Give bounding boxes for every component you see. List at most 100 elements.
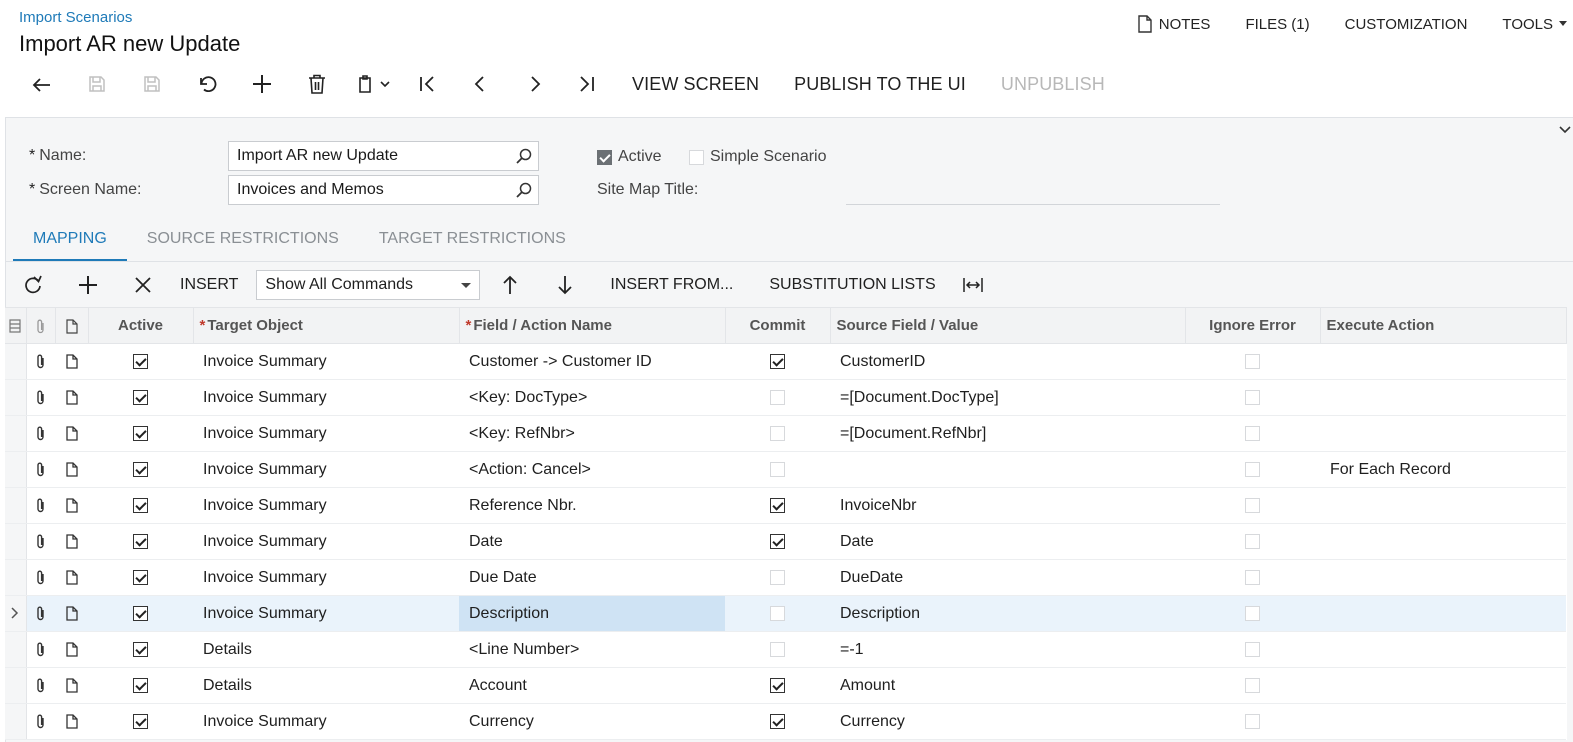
- ignore-error-checkbox[interactable]: [1245, 605, 1260, 621]
- attachment-icon[interactable]: [26, 559, 55, 596]
- active-cell[interactable]: [88, 631, 193, 668]
- active-cell[interactable]: [88, 559, 193, 596]
- table-row[interactable]: Invoice Summary Customer -> Customer ID Cu…: [5, 343, 1566, 380]
- active-cell[interactable]: [88, 703, 193, 740]
- attachment-icon[interactable]: [26, 415, 55, 452]
- ignore-error-checkbox[interactable]: [1245, 677, 1260, 693]
- column-field-action[interactable]: * Field / Action Name: [459, 307, 726, 344]
- active-checkbox[interactable]: [133, 641, 148, 657]
- ignore-error-checkbox[interactable]: [1245, 461, 1260, 477]
- attachment-icon[interactable]: [26, 631, 55, 668]
- attachment-icon[interactable]: [26, 451, 55, 488]
- target-object-cell[interactable]: Invoice Summary: [193, 343, 459, 380]
- name-field[interactable]: Import AR new Update: [228, 141, 539, 171]
- unpublish-button[interactable]: UNPUBLISH: [1001, 74, 1105, 95]
- commit-checkbox[interactable]: [770, 641, 785, 657]
- attachment-icon[interactable]: [26, 595, 55, 632]
- note-icon[interactable]: [55, 343, 88, 380]
- active-checkbox[interactable]: [133, 677, 148, 693]
- active-checkbox[interactable]: Active: [597, 148, 662, 166]
- source-field-cell[interactable]: CustomerID: [830, 343, 1185, 380]
- clipboard-icon[interactable]: [344, 66, 404, 102]
- note-icon[interactable]: [55, 667, 88, 704]
- note-icon[interactable]: [55, 451, 88, 488]
- source-field-cell[interactable]: Currency: [830, 703, 1185, 740]
- tab-target-restrictions[interactable]: TARGET RESTRICTIONS: [359, 220, 586, 262]
- note-icon[interactable]: [55, 703, 88, 740]
- delete-icon[interactable]: [289, 66, 344, 102]
- target-object-cell[interactable]: Invoice Summary: [193, 379, 459, 416]
- table-row[interactable]: Details <Line Number> =-1: [5, 631, 1566, 668]
- simple-scenario-checkbox[interactable]: Simple Scenario: [689, 148, 827, 166]
- target-object-cell[interactable]: Invoice Summary: [193, 451, 459, 488]
- row-selector[interactable]: [5, 379, 27, 416]
- ignore-error-checkbox[interactable]: [1245, 533, 1260, 549]
- field-action-cell[interactable]: Due Date: [459, 559, 725, 596]
- active-cell[interactable]: [88, 523, 193, 560]
- ignore-error-cell[interactable]: [1185, 415, 1320, 452]
- target-object-cell[interactable]: Invoice Summary: [193, 523, 459, 560]
- ignore-error-cell[interactable]: [1185, 703, 1320, 740]
- ignore-error-cell[interactable]: [1185, 667, 1320, 704]
- ignore-error-cell[interactable]: [1185, 523, 1320, 560]
- commit-cell[interactable]: [725, 631, 830, 668]
- note-icon[interactable]: [55, 559, 88, 596]
- commit-checkbox[interactable]: [770, 713, 785, 729]
- source-field-cell[interactable]: Date: [830, 523, 1185, 560]
- row-selector[interactable]: [5, 703, 27, 740]
- source-field-cell[interactable]: Amount: [830, 667, 1185, 704]
- table-row[interactable]: Invoice Summary <Key: RefNbr> =[Document.R…: [5, 415, 1566, 452]
- tools-menu[interactable]: TOOLS: [1502, 16, 1573, 33]
- note-icon[interactable]: [55, 487, 88, 524]
- column-ignore-error[interactable]: Ignore Error: [1185, 307, 1321, 344]
- active-checkbox[interactable]: [133, 425, 148, 441]
- commit-checkbox[interactable]: [770, 497, 785, 513]
- previous-record-icon[interactable]: [452, 66, 507, 102]
- active-check[interactable]: [597, 149, 612, 165]
- collapse-chevron-icon[interactable]: [1559, 126, 1571, 134]
- active-checkbox[interactable]: [133, 497, 148, 513]
- source-field-cell[interactable]: DueDate: [830, 559, 1185, 596]
- row-selector[interactable]: [5, 451, 27, 488]
- tab-mapping[interactable]: MAPPING: [13, 220, 127, 262]
- target-object-cell[interactable]: Invoice Summary: [193, 487, 459, 524]
- move-up-icon[interactable]: [482, 263, 537, 307]
- table-row[interactable]: Invoice Summary Currency Currency: [5, 703, 1566, 740]
- source-field-cell[interactable]: =[Document.RefNbr]: [830, 415, 1185, 452]
- commit-checkbox[interactable]: [770, 461, 785, 477]
- row-selector[interactable]: [5, 343, 27, 380]
- attachment-icon[interactable]: [26, 487, 55, 524]
- target-object-cell[interactable]: Invoice Summary: [193, 415, 459, 452]
- row-selector[interactable]: [5, 415, 27, 452]
- active-checkbox[interactable]: [133, 461, 148, 477]
- active-cell[interactable]: [88, 415, 193, 452]
- table-row[interactable]: Invoice Summary Due Date DueDate: [5, 559, 1566, 596]
- target-object-cell[interactable]: Details: [193, 667, 459, 704]
- add-icon[interactable]: [234, 66, 289, 102]
- target-object-cell[interactable]: Invoice Summary: [193, 595, 459, 632]
- search-icon[interactable]: [516, 148, 532, 164]
- note-icon[interactable]: [55, 523, 88, 560]
- row-selector[interactable]: [5, 667, 27, 704]
- field-action-cell[interactable]: Account: [459, 667, 725, 704]
- attachment-icon[interactable]: [26, 379, 55, 416]
- commit-cell[interactable]: [725, 415, 830, 452]
- table-row[interactable]: Invoice Summary <Key: DocType> =[Document.…: [5, 379, 1566, 416]
- row-selector[interactable]: [5, 631, 27, 668]
- target-object-cell[interactable]: Details: [193, 631, 459, 668]
- field-action-cell[interactable]: Currency: [459, 703, 725, 740]
- commit-checkbox[interactable]: [770, 677, 785, 693]
- execute-action-cell[interactable]: For Each Record: [1320, 451, 1566, 488]
- tab-source-restrictions[interactable]: SOURCE RESTRICTIONS: [127, 220, 359, 262]
- ignore-error-checkbox[interactable]: [1245, 425, 1260, 441]
- row-selector[interactable]: [5, 523, 27, 560]
- execute-action-cell[interactable]: [1320, 415, 1566, 452]
- save-close-icon[interactable]: [69, 66, 124, 102]
- ignore-error-checkbox[interactable]: [1245, 389, 1260, 405]
- note-icon[interactable]: [55, 631, 88, 668]
- table-row[interactable]: Details Account Amount: [5, 667, 1566, 704]
- field-action-cell[interactable]: Reference Nbr.: [459, 487, 725, 524]
- active-cell[interactable]: [88, 595, 193, 632]
- fit-columns-icon[interactable]: [946, 263, 1001, 307]
- active-checkbox[interactable]: [133, 713, 148, 729]
